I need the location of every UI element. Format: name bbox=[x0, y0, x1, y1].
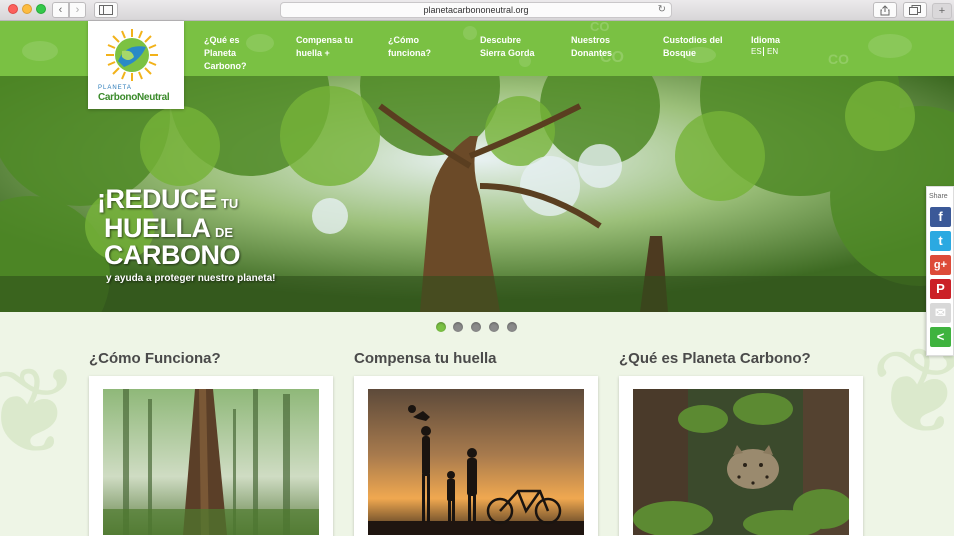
plus-icon: + bbox=[938, 5, 946, 17]
card-compensa[interactable] bbox=[354, 376, 598, 536]
facebook-share-button[interactable]: f bbox=[930, 207, 951, 227]
slider-dot-5[interactable] bbox=[507, 322, 517, 332]
email-icon: ✉ bbox=[935, 305, 946, 320]
section-title-que-es[interactable]: ¿Qué es Planeta Carbono? bbox=[619, 350, 811, 367]
browser-toolbar: ‹ › planetacarbononeutral.org ↻ + bbox=[0, 0, 954, 21]
hero-word-huella: HUELLA bbox=[104, 213, 211, 243]
share-more-icon: < bbox=[936, 329, 945, 344]
card-image-forest bbox=[103, 389, 319, 535]
language-es-link[interactable]: ES bbox=[751, 47, 762, 56]
sidebar-icon bbox=[99, 5, 113, 15]
twitter-icon: t bbox=[938, 233, 943, 248]
section-title-compensa[interactable]: Compensa tu huella bbox=[354, 350, 497, 367]
hero-word-carbono: CARBONO bbox=[104, 240, 241, 270]
logo-text-carbononeutral: CarbonoNeutral bbox=[98, 92, 170, 103]
hero-headline-line1: ¡REDUCE TU bbox=[97, 184, 238, 215]
twitter-share-button[interactable]: t bbox=[930, 231, 951, 251]
back-button[interactable]: ‹ bbox=[52, 2, 69, 18]
new-tab-button[interactable]: + bbox=[932, 3, 952, 19]
slider-dot-1[interactable] bbox=[436, 322, 446, 332]
url-text: planetacarbononeutral.org bbox=[423, 5, 529, 15]
nav-item-donantes[interactable]: Nuestros Donantes bbox=[571, 34, 631, 60]
family-sunset-photo bbox=[368, 389, 584, 535]
share-icon bbox=[880, 5, 890, 16]
chevron-right-icon: › bbox=[75, 4, 80, 16]
share-label: Share bbox=[929, 193, 948, 200]
decorative-leaf: ❦ bbox=[0, 345, 81, 479]
chevron-left-icon: ‹ bbox=[58, 4, 63, 16]
tabs-icon bbox=[909, 5, 921, 15]
nav-item-como-funciona[interactable]: ¿Cómo funciona? bbox=[388, 34, 448, 60]
hero-subtitle: y ayuda a proteger nuestro planeta! bbox=[106, 273, 276, 284]
nav-item-que-es[interactable]: ¿Qué es Planeta Carbono? bbox=[204, 34, 274, 73]
email-share-button[interactable]: ✉ bbox=[930, 303, 951, 323]
hero-word-tu: TU bbox=[220, 196, 239, 211]
nav-item-sierra-gorda[interactable]: Descubre Sierra Gorda bbox=[480, 34, 546, 60]
sidebar-toggle-button[interactable] bbox=[94, 2, 118, 18]
slider-dot-3[interactable] bbox=[471, 322, 481, 332]
slider-dot-4[interactable] bbox=[489, 322, 499, 332]
site-logo[interactable]: PLANETA CarbonoNeutral bbox=[88, 21, 184, 109]
close-window-button[interactable] bbox=[8, 4, 18, 14]
reload-icon[interactable]: ↻ bbox=[658, 3, 666, 17]
ocelot-forest-photo bbox=[633, 389, 849, 535]
language-label: Idioma bbox=[751, 35, 781, 45]
pinterest-icon: P bbox=[936, 281, 945, 296]
address-bar[interactable]: planetacarbononeutral.org ↻ bbox=[280, 2, 672, 18]
forest-photo bbox=[103, 389, 319, 535]
forward-button[interactable]: › bbox=[69, 2, 86, 18]
share-page-button[interactable] bbox=[873, 2, 897, 18]
pinterest-share-button[interactable]: P bbox=[930, 279, 951, 299]
card-que-es[interactable] bbox=[619, 376, 863, 536]
section-title-como-funciona[interactable]: ¿Cómo Funciona? bbox=[89, 350, 221, 367]
nav-item-compensa[interactable]: Compensa tu huella + bbox=[296, 34, 366, 60]
zoom-window-button[interactable] bbox=[36, 4, 46, 14]
google-plus-icon: g+ bbox=[933, 259, 948, 271]
slider-dot-2[interactable] bbox=[453, 322, 463, 332]
hero-word-reduce: ¡REDUCE bbox=[97, 184, 217, 214]
show-tabs-button[interactable] bbox=[903, 2, 927, 18]
minimize-window-button[interactable] bbox=[22, 4, 32, 14]
more-share-button[interactable]: < bbox=[930, 327, 951, 347]
google-plus-share-button[interactable]: g+ bbox=[930, 255, 951, 275]
nav-item-custodios[interactable]: Custodios del Bosque bbox=[663, 34, 733, 60]
hero-word-de: DE bbox=[214, 225, 234, 240]
language-en-link[interactable]: EN bbox=[763, 47, 778, 56]
share-widget: Share f t g+ P ✉ < bbox=[926, 186, 954, 356]
logo-text-planeta: PLANETA bbox=[98, 85, 132, 91]
card-image-family bbox=[368, 389, 584, 535]
hero-headline-line3: CARBONO bbox=[104, 240, 241, 271]
facebook-icon: f bbox=[938, 209, 943, 224]
card-image-ocelot bbox=[633, 389, 849, 535]
logo-sun-globe-icon bbox=[106, 29, 158, 81]
hero-slider[interactable]: ¡REDUCE TU HUELLA DE CARBONO y ayuda a p… bbox=[0, 76, 954, 312]
card-como-funciona[interactable] bbox=[89, 376, 333, 536]
